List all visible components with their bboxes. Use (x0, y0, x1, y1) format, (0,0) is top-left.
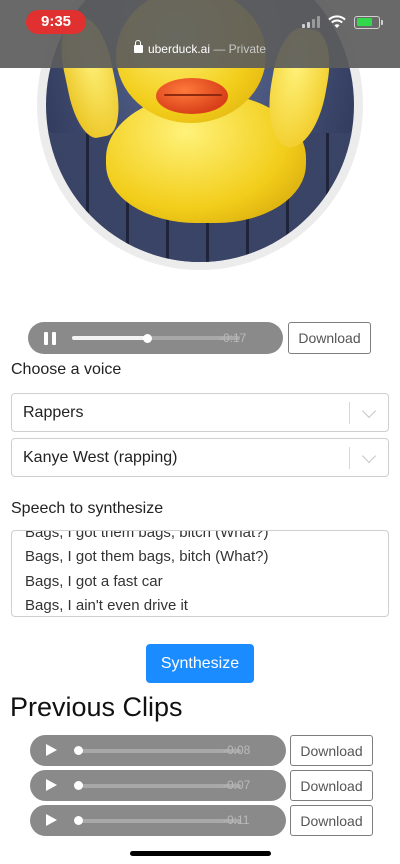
select-separator (349, 402, 350, 424)
speech-textarea[interactable]: Bags, I got them bags, bitch (What?) Bag… (11, 530, 389, 617)
download-button[interactable]: Download (290, 770, 373, 801)
audio-progress-track[interactable] (76, 748, 241, 753)
voice-name-select[interactable]: Kanye West (rapping) (11, 438, 389, 477)
play-icon[interactable] (46, 779, 57, 791)
chevron-down-icon[interactable] (361, 403, 377, 419)
status-time[interactable]: 9:35 (26, 10, 86, 34)
lock-icon (133, 40, 143, 53)
audio-time-remaining: -0:17 (219, 331, 247, 345)
audio-progress-track[interactable] (76, 818, 241, 823)
audio-time-remaining: -0:07 (223, 778, 251, 792)
speech-line: Bags, I got them bags, bitch (What?) (25, 530, 269, 541)
pause-icon[interactable] (44, 332, 56, 345)
choose-voice-label: Choose a voice (11, 361, 122, 378)
duck-beak (156, 78, 228, 114)
play-icon[interactable] (46, 744, 57, 756)
select-separator (349, 447, 350, 469)
url-domain: uberduck.ai (147, 42, 210, 56)
voice-category-value: Rappers (23, 404, 84, 421)
audio-progress-knob[interactable] (143, 333, 153, 343)
speech-line: Bags, I got them bags, bitch (What?) (25, 548, 269, 565)
download-button[interactable]: Download (288, 322, 371, 354)
speech-line: Bags, I got a fast car (25, 573, 163, 590)
home-indicator[interactable] (130, 851, 271, 856)
speech-line: Bags, I ain't even drive it (25, 597, 188, 614)
download-button[interactable]: Download (290, 805, 373, 836)
battery-charging-icon (354, 15, 383, 29)
audio-progress-knob[interactable] (74, 816, 83, 825)
voice-category-select[interactable]: Rappers (11, 393, 389, 432)
audio-player[interactable]: -0:17 (28, 322, 283, 354)
chevron-down-icon[interactable] (361, 448, 377, 464)
previous-clip-player[interactable]: -0:11 (30, 805, 286, 836)
audio-progress-played (72, 336, 148, 340)
previous-clip-player[interactable]: -0:07 (30, 770, 286, 801)
audio-progress-knob[interactable] (74, 781, 83, 790)
wifi-icon (328, 15, 346, 28)
status-icons (302, 14, 383, 30)
url-bar[interactable]: uberduck.ai — Private (0, 40, 400, 56)
previous-clips-heading: Previous Clips (10, 692, 183, 722)
play-icon[interactable] (46, 814, 57, 826)
private-mode-label: Private (228, 42, 267, 56)
audio-progress-track[interactable] (76, 783, 241, 788)
audio-time-remaining: -0:11 (223, 813, 250, 827)
browser-top-bar: 9:35 uberduck.ai — Private (0, 0, 400, 68)
synthesize-button[interactable]: Synthesize (146, 644, 254, 683)
previous-clip-player[interactable]: -0:08 (30, 735, 286, 766)
speech-label: Speech to synthesize (11, 500, 164, 517)
audio-progress-knob[interactable] (74, 746, 83, 755)
audio-time-remaining: -0:08 (223, 743, 251, 757)
download-button[interactable]: Download (290, 735, 373, 766)
cellular-signal-icon (302, 16, 320, 28)
duck-beak-line (164, 94, 222, 96)
voice-name-value: Kanye West (rapping) (23, 449, 178, 466)
